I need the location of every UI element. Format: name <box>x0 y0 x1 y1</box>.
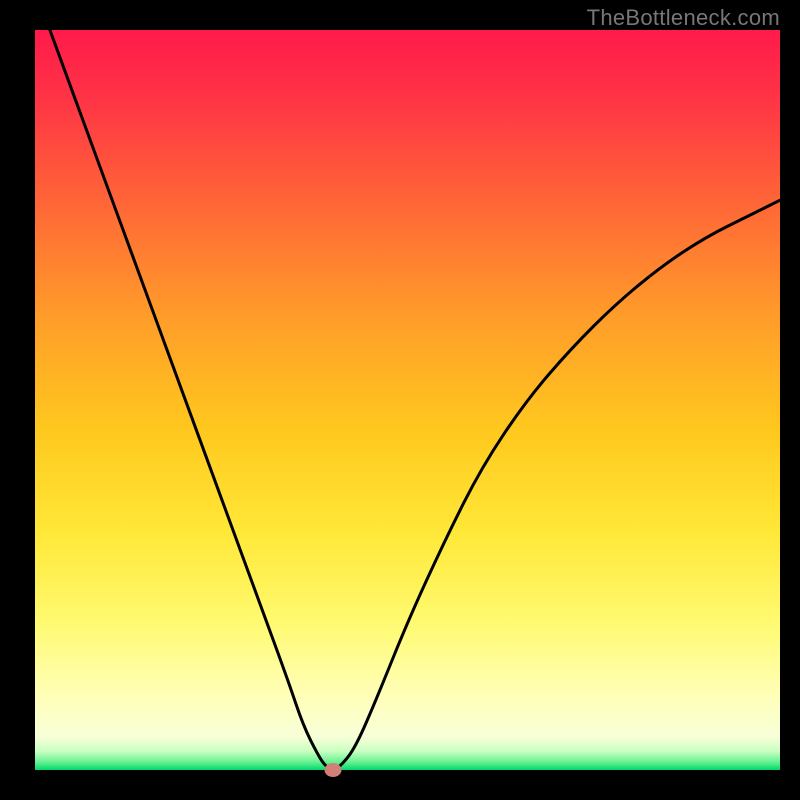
plot-area <box>35 30 780 770</box>
optimal-point-marker <box>325 763 342 777</box>
chart-container: TheBottleneck.com <box>0 0 800 800</box>
gradient-background <box>35 30 780 770</box>
watermark-text: TheBottleneck.com <box>587 5 780 31</box>
